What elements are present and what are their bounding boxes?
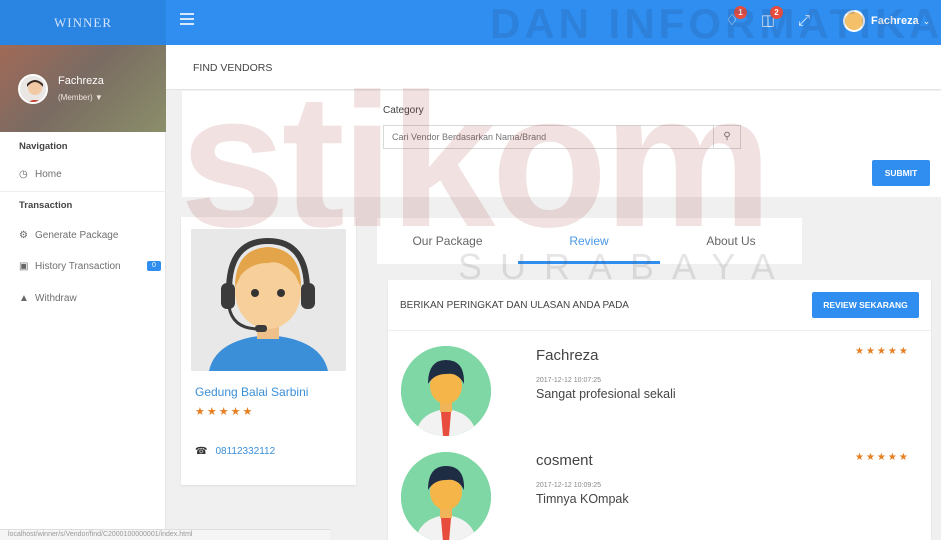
review-text: Sangat profesional sekali [536, 387, 676, 401]
page-title: FIND VENDORS [193, 62, 273, 74]
vendor-search-input[interactable] [383, 125, 720, 149]
search-panel: Category ⚲ [182, 91, 941, 197]
review-heading: BERIKAN PERINGKAT DAN ULASAN ANDA PADA [400, 300, 629, 311]
tab-review[interactable]: Review [518, 218, 660, 264]
home-icon: ◷ [19, 169, 28, 180]
reviewer-name: Fachreza [536, 347, 599, 364]
sidebar-item-withdraw[interactable]: ▲ Withdraw [19, 293, 77, 304]
profile-name: Fachreza [58, 75, 104, 87]
sidebar-item-label: Home [35, 169, 62, 180]
menu-toggle-icon[interactable] [180, 13, 194, 25]
review-date: 2017-12-12 10:07:25 [536, 377, 601, 384]
review-now-button[interactable]: REVIEW SEKARANG [812, 292, 919, 318]
vendor-photo [191, 229, 346, 371]
sidebar-item-label: Generate Package [35, 230, 119, 241]
profile-role-label: (Member) [58, 93, 93, 102]
page-header: FIND VENDORS [166, 45, 941, 90]
nav-heading: Navigation [19, 141, 68, 152]
divider [0, 191, 166, 192]
sidebar-item-home[interactable]: ◷ Home [19, 169, 62, 180]
reviewer-name: cosment [536, 452, 593, 469]
sidebar-item-label: History Transaction [35, 261, 121, 272]
history-badge: 0 [147, 261, 161, 271]
review-date: 2017-12-12 10:09:25 [536, 482, 601, 489]
sidebar-item-generate-package[interactable]: ⚙ Generate Package [19, 230, 118, 241]
review-stars: ★★★★★ [855, 346, 910, 357]
tab-our-package[interactable]: Our Package [377, 218, 518, 264]
search-button[interactable]: ⚲ [713, 125, 741, 149]
profile-avatar [18, 74, 48, 104]
category-label: Category [383, 105, 424, 116]
review-stars: ★★★★★ [855, 452, 910, 463]
vendor-tabs: Our Package Review About Us [377, 218, 802, 264]
sidebar-item-history-transaction[interactable]: ▣ History Transaction [19, 261, 121, 272]
bank-icon: ▲ [19, 293, 29, 304]
phone-icon: ☎ [195, 446, 208, 457]
app-logo[interactable]: WINNER [0, 0, 166, 45]
browser-status-url: localhost/winner/s/Vendor/find/C20001000… [0, 529, 330, 540]
sidebar: Fachreza (Member) ▼ Navigation ◷ Home Tr… [0, 45, 166, 540]
sidebar-item-label: Withdraw [35, 293, 77, 304]
reviewer-avatar [401, 452, 491, 540]
reviewer-avatar [401, 346, 491, 436]
vendor-phone[interactable]: ☎ 08112332112 [195, 446, 275, 457]
sidebar-profile: Fachreza (Member) ▼ [0, 45, 166, 132]
vendor-rating-stars: ★★★★★ [195, 406, 255, 418]
active-tab-indicator [518, 261, 660, 264]
review-text: Timnya KOmpak [536, 492, 629, 506]
submit-button[interactable]: SUBMIT [872, 160, 930, 186]
vendor-name[interactable]: Gedung Balai Sarbini [195, 385, 308, 399]
transaction-heading: Transaction [19, 200, 73, 211]
watermark-text: DAN INFORMATIKA [490, 0, 941, 47]
vendor-card: Gedung Balai Sarbini ★★★★★ ☎ 08112332112 [181, 217, 356, 485]
divider [388, 330, 931, 331]
tab-about-us[interactable]: About Us [660, 218, 802, 264]
review-panel: BERIKAN PERINGKAT DAN ULASAN ANDA PADA R… [388, 280, 931, 540]
history-icon: ▣ [19, 261, 29, 272]
profile-role-dropdown[interactable]: (Member) ▼ [58, 93, 103, 102]
search-icon: ⚲ [723, 131, 731, 142]
vendor-phone-number: 08112332112 [215, 446, 276, 457]
gears-icon: ⚙ [19, 230, 28, 241]
